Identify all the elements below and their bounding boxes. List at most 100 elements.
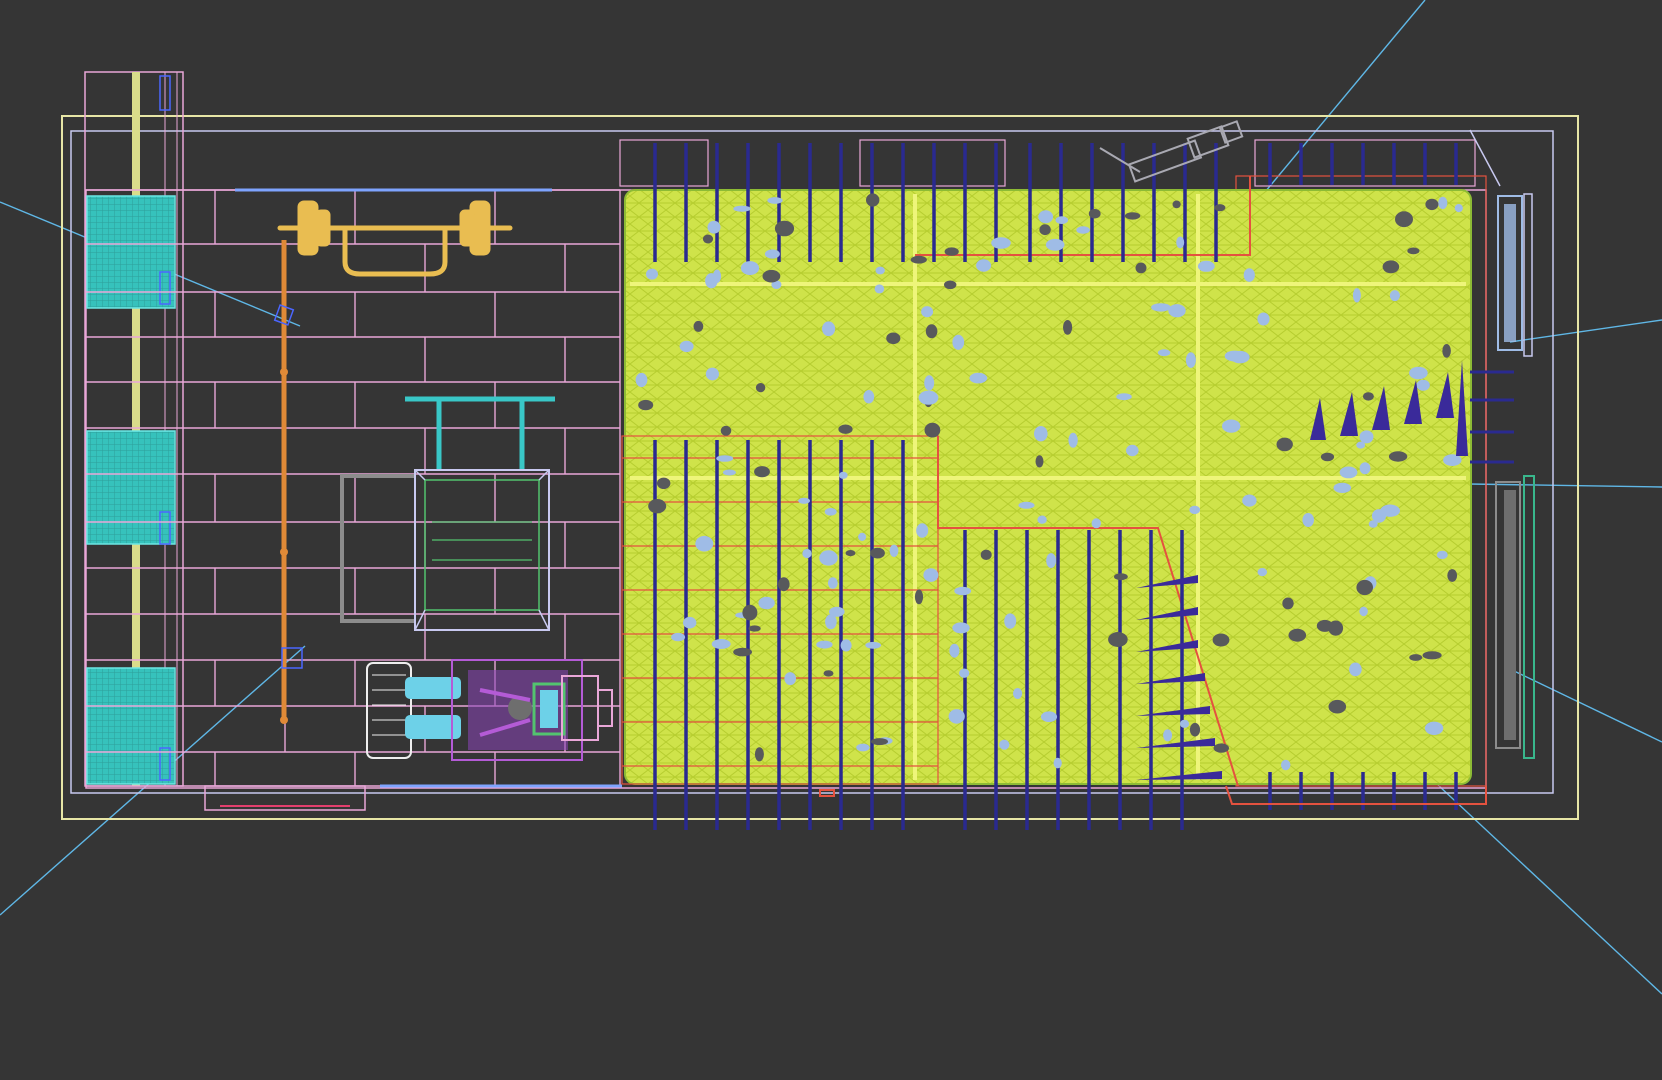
climbing-hold — [1320, 452, 1335, 462]
climbing-hold — [683, 616, 697, 629]
climbing-hold — [720, 425, 732, 436]
climbing-hold — [1124, 212, 1141, 220]
climbing-hold — [871, 738, 888, 746]
climbing-hold — [754, 747, 764, 762]
viewport-top-view[interactable] — [0, 0, 1662, 1080]
wireframe-scene[interactable] — [0, 0, 1662, 1080]
climbing-hold — [874, 284, 885, 294]
climbing-hold — [1359, 462, 1371, 475]
climbing-hold — [1243, 268, 1255, 282]
climbing-hold — [711, 639, 731, 649]
climbing-hold — [716, 455, 734, 462]
climbing-hold — [1424, 721, 1444, 735]
climbing-hold — [924, 375, 935, 391]
climbing-hold — [764, 249, 780, 259]
climbing-hold — [693, 320, 704, 332]
climbing-hold — [1039, 224, 1051, 236]
climbing-hold — [802, 548, 812, 559]
climbing-hold — [705, 367, 720, 381]
climbing-hold — [1339, 466, 1358, 479]
climbing-hold — [1388, 451, 1408, 462]
climbing-hold — [1276, 437, 1293, 452]
climbing-hold — [1389, 290, 1400, 302]
climbing-hold — [1046, 553, 1056, 569]
climbing-hold — [889, 544, 899, 557]
climbing-hold — [722, 469, 736, 476]
climbing-hold — [838, 471, 848, 479]
climbing-hold — [1157, 349, 1171, 357]
climbing-hold — [1395, 211, 1413, 228]
climbing-hold — [969, 372, 988, 384]
climbing-hold — [657, 477, 671, 489]
climbing-hold — [1038, 210, 1054, 224]
climbing-hold — [1359, 606, 1368, 617]
climbing-hold — [1436, 550, 1448, 560]
climbing-hold — [1018, 501, 1035, 509]
climbing-hold — [944, 247, 959, 256]
climbing-hold — [1076, 226, 1090, 234]
climbing-hold — [816, 640, 833, 649]
climbing-hold — [824, 508, 837, 516]
climbing-hold — [1447, 569, 1458, 582]
climbing-hold — [1257, 568, 1268, 577]
climbing-hold — [916, 523, 929, 538]
climbing-hold — [1282, 597, 1294, 610]
climbing-hold — [886, 332, 901, 345]
climbing-hold — [1382, 260, 1400, 274]
climbing-hold — [1055, 216, 1069, 225]
climbing-hold — [1302, 513, 1314, 527]
climbing-hold — [758, 596, 775, 610]
climbing-hold — [1222, 419, 1241, 433]
climbing-hold — [838, 424, 853, 434]
climbing-hold — [1242, 494, 1257, 507]
climbing-hold — [1088, 208, 1101, 219]
cyan-panel-bottom — [86, 667, 176, 785]
climbing-hold — [1013, 688, 1023, 699]
climbing-hold — [1213, 743, 1230, 753]
climbing-hold — [980, 549, 992, 560]
climbing-hold — [742, 604, 758, 621]
climbing-hold — [858, 532, 867, 542]
climbing-hold — [991, 237, 1011, 249]
climbing-hold — [865, 641, 882, 649]
climbing-hold — [1422, 651, 1442, 660]
climbing-hold — [1362, 392, 1374, 401]
climbing-hold — [822, 321, 836, 337]
climbing-hold — [1091, 518, 1102, 529]
climbing-hold — [679, 340, 694, 353]
climbing-hold — [976, 259, 992, 272]
climbing-hold — [1045, 238, 1065, 251]
climbing-hold — [748, 625, 761, 632]
climbing-hold — [1185, 352, 1196, 368]
climbing-hold — [1108, 632, 1128, 647]
climbing-hold — [695, 535, 714, 552]
climbing-hold — [1163, 729, 1173, 742]
climbing-hold — [1040, 711, 1058, 722]
climbing-hold — [1034, 426, 1048, 442]
climbing-hold — [1257, 312, 1270, 326]
climbing-hold — [798, 497, 810, 504]
climbing-hold — [819, 550, 838, 566]
climbing-hold — [1004, 613, 1017, 629]
climbing-hold — [845, 550, 856, 557]
climbing-hold — [671, 632, 686, 642]
climbing-hold — [1409, 366, 1428, 380]
climbing-hold — [638, 399, 654, 411]
climbing-hold — [712, 269, 722, 283]
climbing-hold — [635, 372, 648, 388]
climbing-hold — [1189, 722, 1201, 737]
climbing-hold — [1352, 288, 1361, 303]
climbing-hold — [924, 422, 941, 438]
climbing-hold — [1135, 262, 1147, 274]
climbing-hold — [827, 577, 838, 589]
climbing-hold — [1168, 304, 1186, 318]
climbing-hold — [733, 205, 751, 212]
climbing-hold — [1438, 196, 1448, 210]
climbing-hold — [921, 306, 934, 318]
cyan-panel-middle — [86, 430, 176, 545]
climbing-hold — [948, 709, 965, 724]
climbing-hold — [1407, 247, 1420, 255]
climbing-hold — [999, 739, 1010, 750]
climbing-hold — [949, 643, 960, 658]
climbing-hold — [1349, 662, 1362, 677]
